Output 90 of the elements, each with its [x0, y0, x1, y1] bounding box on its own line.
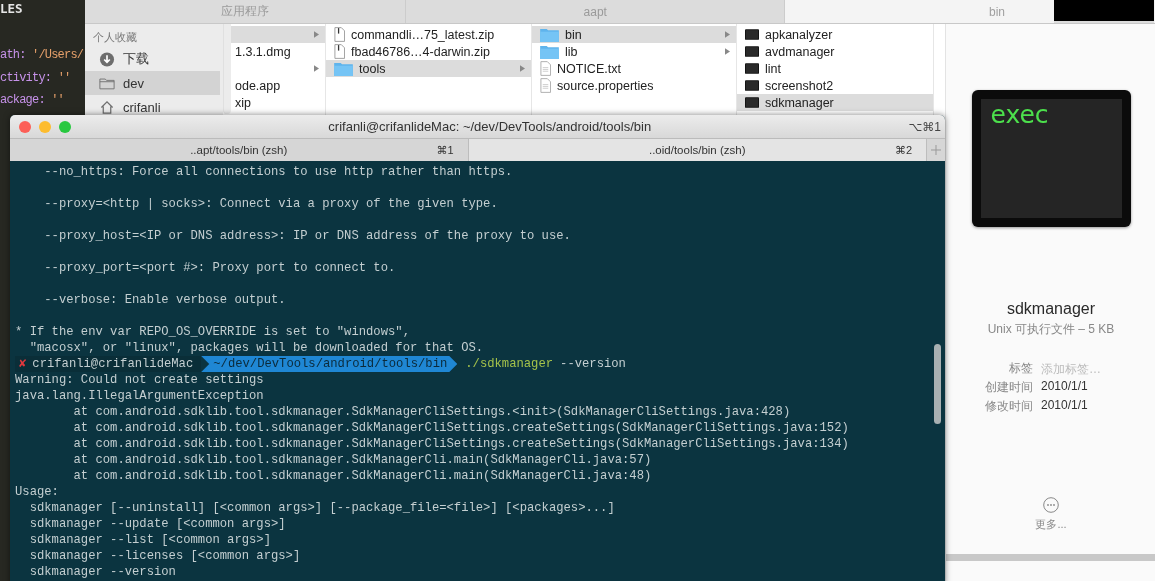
terminal-tab[interactable]: ..oid/tools/bin (zsh) ⌘2: [468, 139, 927, 161]
terminal-file-icon: [745, 46, 759, 57]
scrollbar[interactable]: [946, 554, 1155, 561]
prompt-user: crifanli@crifanlideMac: [32, 356, 194, 372]
prompt-path: ~/dev/DevTools/android/tools/bin: [201, 356, 458, 372]
file-row[interactable]: commandli…75_latest.zip: [326, 26, 531, 43]
command-argument: --version: [560, 356, 626, 372]
info-label: 标签: [1008, 360, 1033, 377]
tab-title: ..oid/tools/bin (zsh): [649, 144, 746, 156]
file-kind-size: Unix 可执行文件 – 5 KB: [987, 321, 1115, 338]
output-line: at com.android.sdklib.tool.sdkmanager.SdkManagerCliSettings.createSettings(SdkManagerCliSettings.java:152): [72, 420, 850, 436]
output-line: --verbose: Enable verbose output.: [43, 292, 287, 308]
output-line: java.lang.IllegalArgumentException: [15, 388, 265, 404]
info-value: 2010/1/1: [1041, 398, 1089, 414]
minimize-button[interactable]: [39, 120, 51, 133]
tab-shortcut: ⌘2: [894, 143, 912, 157]
folder-icon: [334, 61, 353, 76]
file-row[interactable]: tools: [326, 60, 531, 77]
sidebar-item[interactable]: 下载: [85, 47, 220, 71]
folder-icon: [540, 44, 559, 59]
output-line: "macosx", or "linux", packages will be downloaded for that OS.: [28, 340, 485, 356]
window-title: crifanli@crifanlideMac: ~/dev/DevTools/android/tools/bin: [327, 119, 653, 134]
output-line: at com.android.sdklib.tool.sdkmanager.SdkManagerCli.main(SdkManagerCli.java:48): [72, 468, 653, 484]
output-line: * If the env var REPO_OS_OVERRIDE is set to "windows",: [15, 324, 411, 340]
code-line: ctivity: '': [0, 69, 72, 87]
file-row[interactable]: avdmanager: [737, 43, 933, 60]
output-line: --proxy_host=<IP or DNS address>: IP or DNS address of the proxy to use.: [43, 228, 572, 244]
file-row[interactable]: NOTICE.txt: [532, 60, 736, 77]
file-row[interactable]: source.properties: [532, 77, 736, 94]
document-icon: [540, 78, 551, 93]
output-line: --no_https: Force all connections to use http rather than https.: [43, 164, 514, 180]
file-row[interactable]: ode.app: [231, 77, 325, 94]
zoom-button[interactable]: [59, 120, 71, 133]
more-link[interactable]: 更多...: [1035, 517, 1067, 532]
output-line: sdkmanager [--uninstall] [<common args>] [--package_file=<file>] [<packages>...]: [28, 500, 616, 516]
more-icon[interactable]: [1043, 497, 1059, 513]
output-line: --proxy_port=<port #>: Proxy port to connect to.: [43, 260, 397, 276]
info-value: 2010/1/1: [1041, 379, 1089, 395]
sidebar-heading: 个人收藏: [92, 30, 138, 45]
zip-file-icon: [334, 27, 345, 42]
sidebar-item[interactable]: crifanli: [85, 95, 220, 119]
file-row[interactable]: xip: [231, 94, 325, 111]
output-line: Warning: Could not create settings: [15, 372, 265, 388]
tab-shortcut: ⌘1: [436, 143, 454, 157]
sidebar-item[interactable]: dev: [85, 71, 220, 95]
output-line: sdkmanager --update [<common args>]: [28, 516, 287, 532]
icon-label: exec: [980, 99, 1122, 218]
new-tab-button[interactable]: [927, 139, 945, 161]
output-line: --proxy=<http | socks>: Connect via a proxy of the given type.: [43, 196, 499, 212]
terminal-file-icon: [745, 29, 759, 40]
output-line: sdkmanager --licenses [<common args>]: [28, 548, 302, 564]
output-line: at com.android.sdklib.tool.sdkmanager.SdkManagerCliSettings.<init>(SdkManagerCliSettings.java:428): [72, 404, 792, 420]
document-icon: [540, 61, 551, 76]
info-label: 修改时间: [985, 398, 1033, 415]
scrollbar[interactable]: [223, 24, 231, 114]
file-row[interactable]: bin: [532, 26, 736, 43]
zip-file-icon: [334, 44, 345, 59]
command: ./sdkmanager: [465, 356, 554, 372]
editor-heading: LES: [0, 1, 24, 16]
file-row[interactable]: lint: [737, 60, 933, 77]
file-row[interactable]: screenshot2: [737, 77, 933, 94]
close-button[interactable]: [19, 120, 31, 133]
output-line: at com.android.sdklib.tool.sdkmanager.SdkManagerCli.main(SdkManagerCli.java:57): [72, 452, 653, 468]
plus-icon: [931, 145, 941, 155]
file-name: sdkmanager: [1006, 300, 1095, 318]
tab-title: ..apt/tools/bin (zsh): [190, 144, 288, 156]
output-line: Usage:: [15, 484, 60, 500]
code-line: ackage: '': [0, 92, 66, 109]
terminal-file-icon: [745, 63, 759, 74]
file-row[interactable]: sdkmanager: [737, 94, 933, 111]
error-mark: ✘: [19, 356, 27, 372]
file-row[interactable]: 1.3.1.dmg: [231, 43, 325, 60]
window-shortcut: ⌥⌘1: [908, 119, 941, 134]
code-line: ath: '/Users/: [0, 47, 85, 64]
folder-icon: [540, 27, 559, 42]
info-label: 创建时间: [985, 379, 1033, 396]
tag-field[interactable]: 添加标签…: [1041, 360, 1111, 377]
download-icon: [99, 51, 115, 67]
folder-icon: [99, 75, 115, 91]
terminal-tab[interactable]: ..apt/tools/bin (zsh) ⌘1: [10, 139, 469, 161]
home-icon: [99, 99, 115, 115]
output-line: sdkmanager --version: [28, 564, 177, 580]
output-line: sdkmanager --list [<common args>]: [28, 532, 272, 548]
file-row[interactable]: apkanalyzer: [737, 26, 933, 43]
terminal-file-icon: [745, 80, 759, 91]
output-line: at com.android.sdklib.tool.sdkmanager.SdkManagerCliSettings.createSettings(SdkManagerCliSettings.java:134): [72, 436, 850, 452]
file-row[interactable]: [231, 26, 325, 43]
file-row[interactable]: lib: [532, 43, 736, 60]
terminal-file-icon: [745, 97, 759, 108]
file-row[interactable]: fbad46786…4-darwin.zip: [326, 43, 531, 60]
